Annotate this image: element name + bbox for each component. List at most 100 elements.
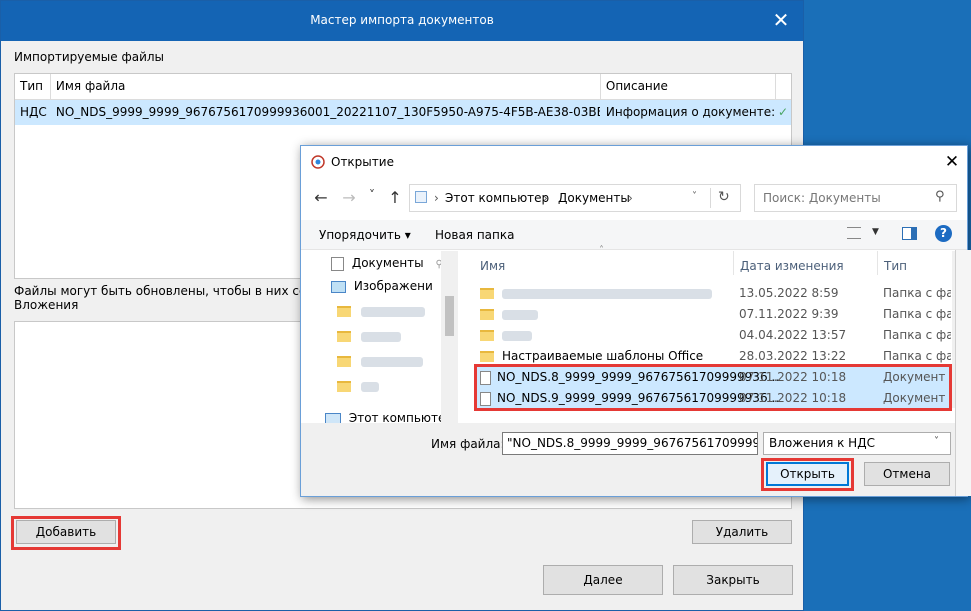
breadcrumb-documents[interactable]: Документы [558, 191, 630, 205]
folder-icon [480, 330, 494, 341]
file-name-blurred [502, 288, 712, 299]
tree-item-label-blurred [360, 306, 425, 317]
address-bar[interactable]: › Этот компьютер › Документы › ˅ ↻ [409, 184, 741, 212]
row-description: Информация о документе: [600, 99, 777, 125]
search-input[interactable]: Поиск: Документы ⚲ [754, 184, 957, 212]
file-date: 07.11.2022 9:39 [739, 307, 839, 321]
new-folder-button[interactable]: Новая папка [435, 228, 514, 242]
attachments-label: Вложения [14, 298, 79, 312]
dialog-app-icon [311, 155, 325, 169]
column-divider [877, 251, 878, 275]
file-type: Папка с фай [883, 349, 951, 363]
file-date: 04.04.2022 13:57 [739, 328, 847, 342]
tree-item-documents[interactable]: Документы ⚲ [331, 256, 443, 271]
close-icon[interactable]: ✕ [769, 8, 793, 32]
open-file-dialog: Открытие ✕ ← → ˅ ↑ › Этот компьютер › До… [300, 145, 968, 497]
close-button[interactable]: Закрыть [673, 565, 793, 595]
documents-icon [331, 256, 344, 271]
navigation-pane[interactable]: Документы ⚲ Изображени ⚲ Этот компьютер [301, 251, 459, 423]
chevron-down-icon: ˅ [934, 436, 939, 447]
file-type: Папка с фай [883, 328, 951, 342]
filename-input[interactable]: "NO_NDS.8_9999_9999_96767561709999360 [502, 432, 758, 455]
table-row[interactable]: НДС NO_NDS_9999_9999_9676756170999936001… [15, 99, 791, 125]
tree-item-label-blurred [360, 381, 379, 392]
imported-files-label: Импортируемые файлы [14, 50, 165, 64]
back-arrow-icon[interactable]: ← [311, 188, 331, 207]
folder-icon [480, 351, 494, 362]
tree-item-label: Документы [351, 256, 424, 270]
chevron-right-icon: › [543, 191, 548, 205]
column-header-date[interactable]: Дата изменения [740, 259, 844, 273]
pictures-icon [331, 280, 346, 293]
column-divider [733, 251, 734, 275]
tree-item-folder[interactable] [337, 354, 423, 368]
sort-up-icon: ˄ [599, 245, 604, 256]
dialog-toolbar: Упорядочить ▾ Новая папка ▼ ? [301, 220, 967, 250]
dialog-bottom-area: Имя файла: "NO_NDS.8_9999_9999_967675617… [301, 423, 967, 496]
view-options-icon[interactable] [847, 227, 861, 239]
file-date: 13.05.2022 8:59 [739, 286, 839, 300]
recent-locations-icon[interactable]: ˅ [365, 188, 379, 202]
search-icon: ⚲ [935, 189, 945, 204]
search-placeholder: Поиск: Документы [763, 191, 881, 205]
preview-pane-icon[interactable] [902, 227, 917, 240]
column-header-type[interactable]: Тип [15, 74, 51, 100]
tree-item-folder[interactable] [337, 329, 401, 343]
column-header-status [775, 74, 791, 100]
file-name-blurred [502, 309, 538, 320]
folder-icon [337, 356, 351, 367]
computer-icon [325, 413, 341, 423]
column-header-filename[interactable]: Имя файла [50, 74, 601, 100]
folder-icon [480, 288, 494, 299]
tree-item-label-blurred [360, 356, 423, 367]
folder-icon [337, 381, 351, 392]
tree-item-label: Изображени [353, 279, 433, 293]
row-type: НДС [15, 99, 51, 125]
check-icon: ✓ [775, 99, 791, 125]
filename-label: Имя файла: [431, 437, 505, 451]
cancel-button[interactable]: Отмена [864, 462, 950, 486]
column-header-type[interactable]: Тип [884, 259, 907, 273]
folder-icon [337, 306, 351, 317]
organize-menu[interactable]: Упорядочить ▾ [319, 228, 411, 242]
tree-item-label-blurred [360, 331, 401, 342]
wizard-titlebar: Мастер импорта документов ✕ [1, 1, 803, 41]
file-name-blurred [502, 330, 532, 341]
chevron-down-icon[interactable]: ▼ [872, 227, 879, 237]
tree-item-this-pc[interactable]: Этот компьютер [325, 411, 453, 423]
folder-icon [480, 309, 494, 320]
add-button[interactable]: Добавить [16, 520, 116, 544]
breadcrumb-computer[interactable]: Этот компьютер [445, 191, 549, 205]
background-window-edge [955, 250, 971, 496]
next-button[interactable]: Далее [543, 565, 663, 595]
delete-button[interactable]: Удалить [692, 520, 792, 544]
nav-scrollbar-thumb[interactable] [445, 296, 454, 336]
file-type-select[interactable]: Вложения к НДС ˅ [763, 432, 951, 455]
folder-icon [337, 331, 351, 342]
file-date: 28.03.2022 13:22 [739, 349, 847, 363]
help-icon[interactable]: ? [935, 225, 952, 242]
column-header-name[interactable]: Имя [480, 259, 505, 273]
chevron-down-icon[interactable]: ˅ [692, 191, 697, 202]
tree-item-label: Этот компьютер [348, 411, 453, 423]
refresh-icon[interactable]: ↻ [718, 189, 730, 205]
close-icon[interactable]: ✕ [941, 151, 963, 173]
nav-scrollbar[interactable] [441, 251, 458, 423]
files-table: Тип Имя файла Описание НДС NO_NDS_9999_9… [15, 74, 791, 125]
up-arrow-icon[interactable]: ↑ [385, 188, 405, 207]
file-type: Папка с фай [883, 307, 951, 321]
list-item[interactable]: 13.05.2022 8:59 Папка с фай [476, 283, 951, 304]
tree-item-folder[interactable] [337, 304, 425, 318]
tree-item-folder[interactable] [337, 379, 379, 393]
row-filename: NO_NDS_9999_9999_9676756170999936001_202… [50, 99, 601, 125]
file-type: Папка с фай [883, 286, 951, 300]
address-divider [710, 188, 711, 208]
tree-item-pictures[interactable]: Изображени ⚲ [331, 279, 448, 293]
open-button[interactable]: Открыть [766, 462, 849, 486]
update-notice-text: Файлы могут быть обновлены, чтобы в них … [14, 284, 330, 298]
list-item[interactable]: 07.11.2022 9:39 Папка с фай [476, 304, 951, 325]
list-item[interactable]: 04.04.2022 13:57 Папка с фай [476, 325, 951, 346]
wizard-title: Мастер импорта документов [310, 13, 494, 27]
column-header-description[interactable]: Описание [600, 74, 777, 100]
forward-arrow-icon[interactable]: → [339, 188, 359, 207]
